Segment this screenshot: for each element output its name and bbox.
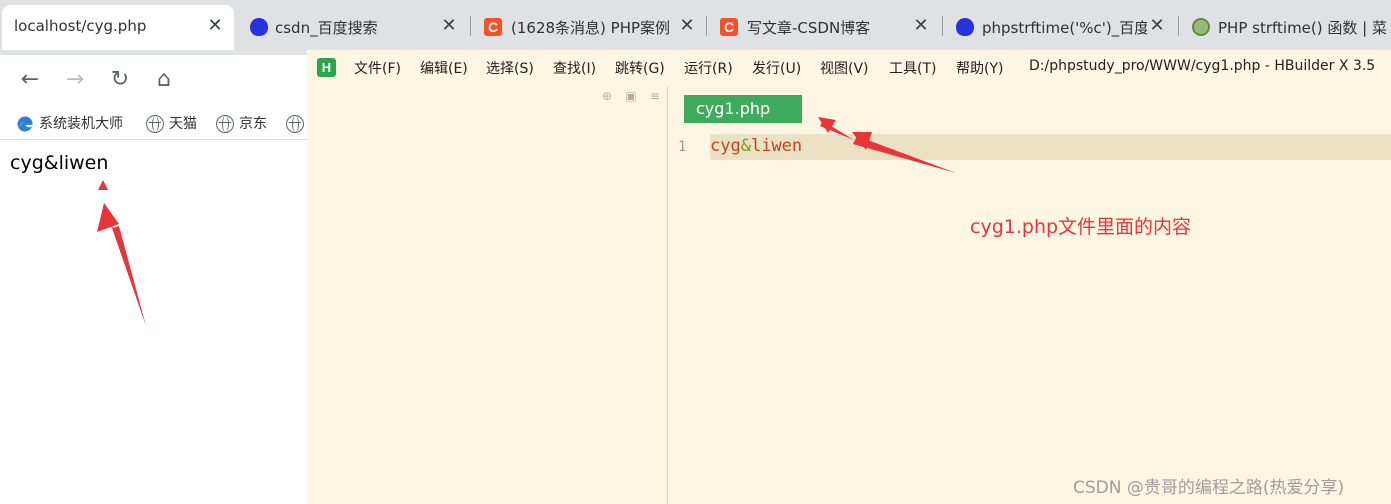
annotation-arrows: [97, 117, 956, 326]
annotation-marker: [98, 180, 108, 190]
